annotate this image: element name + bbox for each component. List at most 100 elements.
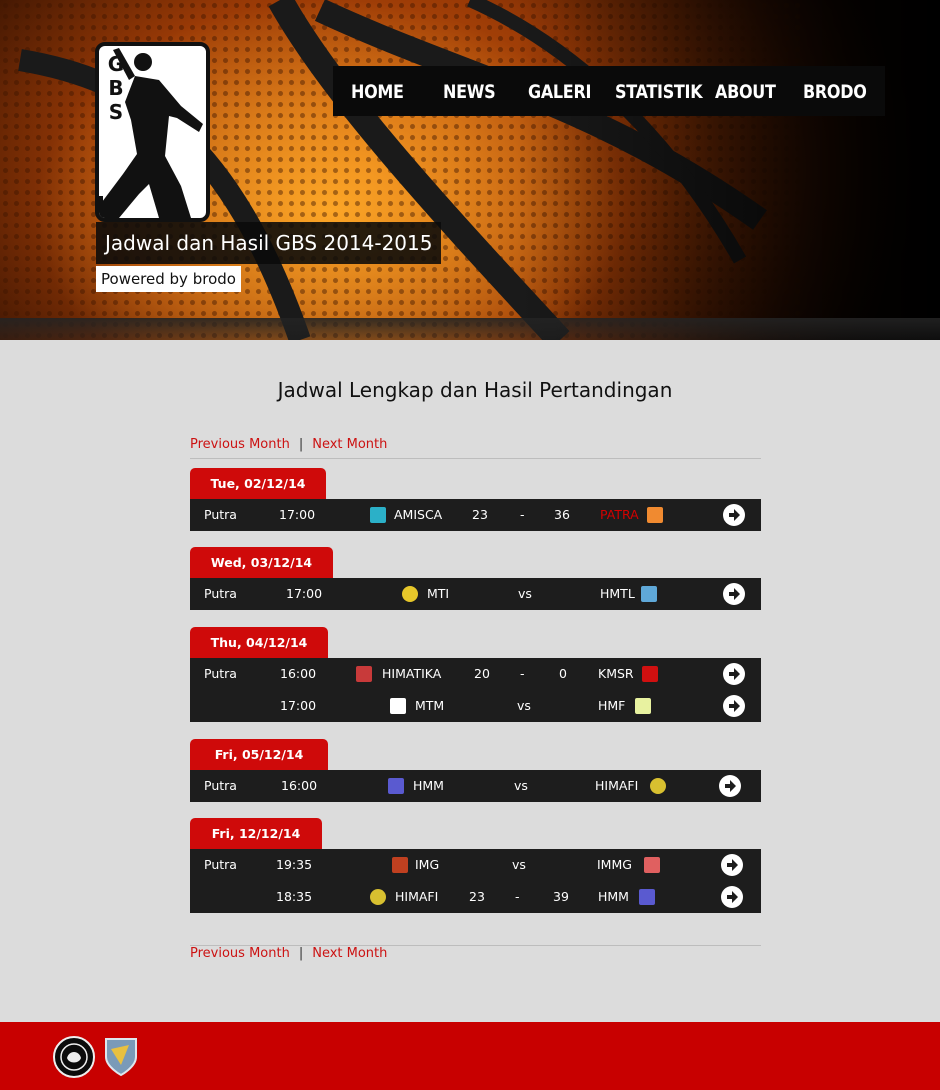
nav-galeri[interactable]: GALERI bbox=[528, 62, 591, 120]
match-row[interactable]: Putra 17:00 MTI vs HMTL bbox=[190, 578, 761, 610]
match-category: Putra bbox=[204, 586, 237, 601]
site-title: Jadwal dan Hasil GBS 2014-2015 bbox=[96, 222, 442, 264]
team-logo-icon bbox=[650, 778, 666, 794]
arrow-right-circle-icon bbox=[725, 780, 736, 792]
versus-label: vs bbox=[517, 698, 531, 713]
team-logo-icon bbox=[390, 698, 406, 714]
home-score: 23 bbox=[472, 507, 488, 522]
match-detail-button[interactable] bbox=[721, 854, 743, 876]
match-time: 16:00 bbox=[281, 778, 318, 793]
team-logo-icon bbox=[392, 857, 408, 873]
nav-news[interactable]: NEWS bbox=[443, 62, 496, 120]
team-logo-icon bbox=[644, 857, 660, 873]
arrow-right-circle-icon bbox=[729, 588, 740, 600]
month-nav-separator: | bbox=[298, 946, 304, 961]
match-detail-button[interactable] bbox=[723, 695, 745, 717]
home-team: AMISCA bbox=[394, 507, 443, 522]
match-row[interactable]: Putra 16:00 HMM vs HIMAFI bbox=[190, 770, 761, 802]
logo-letters: G B S bbox=[105, 52, 127, 124]
score-separator: - bbox=[520, 666, 525, 681]
match-group: Putra 16:00 HMM vs HIMAFI bbox=[190, 770, 761, 802]
match-detail-button[interactable] bbox=[723, 663, 745, 685]
nav-brodo[interactable]: BRODO bbox=[803, 62, 867, 120]
main-nav: HOME NEWS GALERI STATISTIK ABOUT BRODO bbox=[333, 66, 885, 116]
match-category: Putra bbox=[204, 666, 237, 681]
match-row[interactable]: 17:00 MTM vs HMF bbox=[190, 690, 761, 722]
logo-letter-b: B bbox=[108, 76, 124, 100]
nav-home[interactable]: HOME bbox=[351, 62, 404, 120]
arrow-right-circle-icon bbox=[727, 891, 738, 903]
versus-label: vs bbox=[518, 586, 532, 601]
footer bbox=[0, 1022, 940, 1090]
arrow-right-circle-icon bbox=[729, 668, 740, 680]
date-tab: Tue, 02/12/14 bbox=[190, 468, 326, 499]
away-team: PATRA bbox=[600, 507, 639, 522]
away-team: IMMG bbox=[597, 857, 632, 872]
match-time: 17:00 bbox=[279, 507, 316, 522]
team-logo-icon bbox=[388, 778, 404, 794]
date-tab: Wed, 03/12/14 bbox=[190, 547, 333, 578]
match-row[interactable]: Putra 17:00 AMISCA 23 - 36 PATRA bbox=[190, 499, 761, 531]
home-team: MTM bbox=[415, 698, 445, 713]
match-group: Putra 16:00 HIMATIKA 20 - 0 KMSR 17:00 M… bbox=[190, 658, 761, 722]
logo-letter-s: S bbox=[108, 100, 124, 124]
arrow-right-circle-icon bbox=[727, 859, 738, 871]
arrow-right-circle-icon bbox=[729, 509, 740, 521]
match-group: Putra 19:35 IMG vs IMMG 18:35 HIMAFI 23 … bbox=[190, 849, 761, 913]
next-month-link[interactable]: Next Month bbox=[312, 946, 387, 961]
nav-statistik[interactable]: STATISTIK bbox=[615, 62, 703, 120]
away-score: 36 bbox=[554, 507, 570, 522]
match-detail-button[interactable] bbox=[721, 886, 743, 908]
date-tab: Fri, 05/12/14 bbox=[190, 739, 328, 770]
month-nav-bottom: Previous Month | Next Month bbox=[190, 945, 761, 967]
date-tab: Thu, 04/12/14 bbox=[190, 627, 328, 658]
away-team: HMM bbox=[598, 889, 629, 904]
match-detail-button[interactable] bbox=[719, 775, 741, 797]
match-time: 18:35 bbox=[276, 889, 313, 904]
away-team: KMSR bbox=[598, 666, 634, 681]
score-separator: - bbox=[520, 507, 525, 522]
month-nav-separator: | bbox=[298, 437, 304, 452]
team-logo-icon bbox=[402, 586, 418, 602]
nav-about[interactable]: ABOUT bbox=[715, 62, 776, 120]
team-logo-icon bbox=[647, 507, 663, 523]
home-score: 20 bbox=[474, 666, 490, 681]
team-logo-icon bbox=[639, 889, 655, 905]
match-time: 16:00 bbox=[280, 666, 317, 681]
away-score: 39 bbox=[553, 889, 569, 904]
match-row[interactable]: 18:35 HIMAFI 23 - 39 HMM bbox=[190, 881, 761, 913]
team-logo-icon bbox=[370, 507, 386, 523]
shield-icon[interactable] bbox=[103, 1035, 139, 1077]
home-team: HIMATIKA bbox=[382, 666, 442, 681]
page-title: Jadwal Lengkap dan Hasil Pertandingan bbox=[277, 378, 673, 402]
team-logo-icon bbox=[635, 698, 651, 714]
previous-month-link[interactable]: Previous Month bbox=[190, 946, 290, 961]
next-month-link[interactable]: Next Month bbox=[312, 437, 387, 452]
logo-letter-g: G bbox=[107, 52, 125, 76]
gbs-logo[interactable]: G B S bbox=[95, 42, 210, 222]
previous-month-link[interactable]: Previous Month bbox=[190, 437, 290, 452]
sponsor-logo-icon[interactable] bbox=[53, 1036, 95, 1078]
match-category: Putra bbox=[204, 507, 237, 522]
site-subtitle: Powered by brodo bbox=[96, 266, 241, 292]
team-logo-icon bbox=[642, 666, 658, 682]
match-row[interactable]: Putra 19:35 IMG vs IMMG bbox=[190, 849, 761, 881]
away-score: 0 bbox=[559, 666, 567, 681]
match-detail-button[interactable] bbox=[723, 504, 745, 526]
match-time: 17:00 bbox=[280, 698, 317, 713]
match-time: 19:35 bbox=[276, 857, 313, 872]
team-logo-icon bbox=[356, 666, 372, 682]
arrow-right-circle-icon bbox=[729, 700, 740, 712]
team-logo-icon bbox=[641, 586, 657, 602]
date-tab: Fri, 12/12/14 bbox=[190, 818, 322, 849]
match-row[interactable]: Putra 16:00 HIMATIKA 20 - 0 KMSR bbox=[190, 658, 761, 690]
match-detail-button[interactable] bbox=[723, 583, 745, 605]
home-score: 23 bbox=[469, 889, 485, 904]
away-team: HIMAFI bbox=[595, 778, 639, 793]
match-category: Putra bbox=[204, 778, 237, 793]
home-team: IMG bbox=[415, 857, 440, 872]
match-group: Putra 17:00 AMISCA 23 - 36 PATRA bbox=[190, 499, 761, 531]
away-team: HMTL bbox=[600, 586, 635, 601]
away-team: HMF bbox=[598, 698, 626, 713]
match-group: Putra 17:00 MTI vs HMTL bbox=[190, 578, 761, 610]
